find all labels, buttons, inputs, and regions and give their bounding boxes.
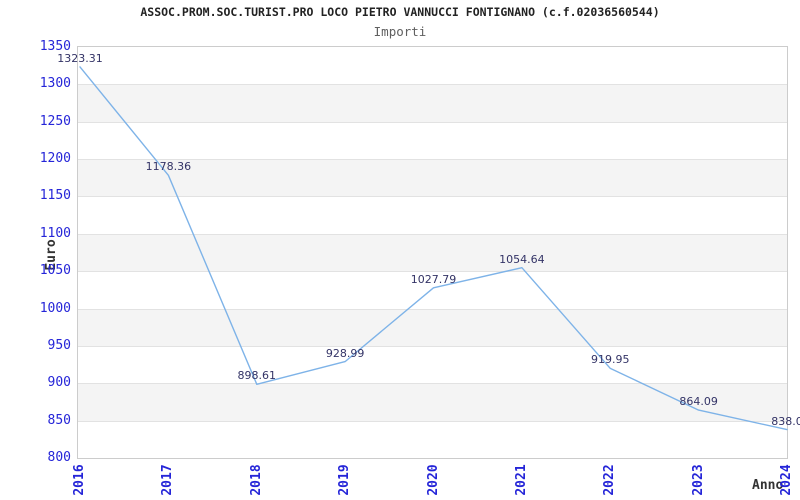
data-point-label: 1178.36 [145, 160, 192, 174]
y-tick-label: 1100 [39, 225, 71, 241]
x-tick-label: 2021 [513, 464, 529, 496]
x-tick-label: 2020 [425, 464, 441, 496]
chart-subtitle: Importi [373, 24, 427, 39]
y-tick-label: 1000 [39, 300, 71, 316]
x-tick-label: 2016 [72, 464, 87, 496]
x-tick-label: 2022 [602, 464, 618, 496]
x-tick-label: 2023 [690, 464, 706, 496]
y-tick-label: 850 [47, 412, 71, 428]
x-tick-label: 2017 [160, 464, 176, 496]
data-point-label: 864.09 [679, 395, 718, 409]
data-point-label: 919.95 [591, 353, 630, 367]
data-point-label: 1323.31 [57, 51, 103, 65]
x-tick-label: 2018 [248, 464, 264, 496]
series-polyline [79, 66, 788, 431]
x-tick-label: 2019 [337, 464, 353, 496]
y-tick-label: 1150 [39, 188, 71, 204]
x-tick-label: 2024 [779, 464, 794, 496]
data-point-label: 1054.64 [499, 252, 545, 266]
data-point-label: 898.61 [237, 369, 277, 383]
y-tick-label: 1050 [39, 263, 71, 279]
y-tick-label: 1200 [39, 151, 71, 167]
line-chart: ASSOC.PROM.SOC.TURIST.PRO LOCO PIETRO VA… [0, 0, 800, 500]
y-tick-label: 900 [47, 375, 71, 391]
chart-title: ASSOC.PROM.SOC.TURIST.PRO LOCO PIETRO VA… [140, 5, 660, 19]
y-tick-label: 1300 [39, 76, 71, 92]
y-tick-label: 1250 [39, 113, 71, 129]
data-point-label: 838.0 [771, 414, 800, 428]
y-tick-label: 800 [47, 450, 71, 465]
data-point-label: 928.99 [325, 346, 365, 360]
data-point-label: 1027.79 [410, 272, 457, 286]
y-tick-label: 950 [47, 337, 71, 353]
